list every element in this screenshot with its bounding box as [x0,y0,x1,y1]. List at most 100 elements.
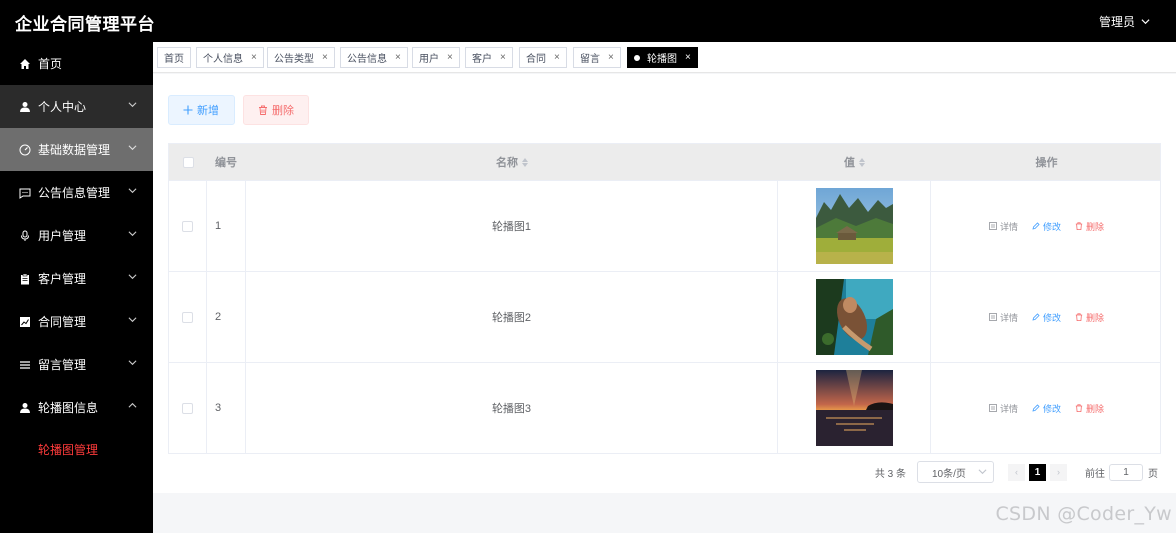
sidebar-item-label: 留言管理 [38,358,87,372]
chevron-down-icon [978,469,987,475]
goto-page-input[interactable] [1109,463,1143,481]
close-icon[interactable]: × [447,52,453,63]
detail-button[interactable]: 详情 [989,311,1018,324]
gauge-icon [18,143,32,157]
sidebar-item-label: 用户管理 [38,229,87,243]
trash-icon [1075,222,1083,230]
edit-icon [1032,404,1040,412]
page-unit-label: 页 [1148,468,1158,480]
document-icon [989,313,997,321]
row-name: 轮播图1 [246,181,778,271]
tab-messages[interactable]: 留言 × [573,47,621,68]
prev-page-button[interactable]: ‹ [1008,463,1025,481]
row-select-cell [169,272,207,362]
user-menu[interactable]: 管理员 [1099,13,1150,30]
sidebar-item-carousel[interactable]: 轮播图信息 [0,386,153,429]
close-icon[interactable]: × [322,52,328,63]
delete-button[interactable]: 删除 [243,95,309,125]
sidebar-item-customers[interactable]: 客户管理 [0,257,153,300]
tab-users[interactable]: 用户 × [412,47,460,68]
sidebar-item-users[interactable]: 用户管理 [0,214,153,257]
goto-label: 前往 [1085,468,1105,480]
edit-icon [1032,222,1040,230]
header-name-label: 名称 [496,157,518,169]
trash-icon [1075,404,1083,412]
sidebar-item-personal-center[interactable]: 个人中心 [0,85,153,128]
chevron-up-icon [128,402,137,408]
tab-label: 个人信息 [203,54,243,65]
close-icon[interactable]: × [554,52,560,63]
page-size-value: 10条/页 [932,468,966,480]
tab-customers[interactable]: 客户 × [465,47,513,68]
page-number-current[interactable]: 1 [1029,463,1046,481]
chevron-down-icon [128,360,137,366]
tab-contracts[interactable]: 合同 × [519,47,567,68]
row-select-cell [169,181,207,271]
header-actions: 操作 [1035,157,1058,169]
sidebar-item-contracts[interactable]: 合同管理 [0,300,153,343]
close-icon[interactable]: × [608,52,614,63]
sidebar: 首页 个人中心 基础数据管理 公告信息管理 用户管理 客户管理 合同管理 留言管… [0,42,153,533]
document-icon [989,404,997,412]
add-button[interactable]: 新增 [168,95,235,125]
next-page-button[interactable]: › [1050,463,1067,481]
close-icon[interactable]: × [251,52,257,63]
chevron-down-icon [128,231,137,237]
close-icon[interactable]: × [685,52,691,63]
edit-button[interactable]: 修改 [1032,402,1061,415]
add-button-label: 新增 [197,105,219,117]
page-size-select[interactable]: 10条/页 [917,461,994,483]
remove-button[interactable]: 删除 [1075,402,1104,415]
edit-button[interactable]: 修改 [1032,311,1061,324]
edit-icon [1032,313,1040,321]
tab-notice-info[interactable]: 公告信息 × [340,47,408,68]
carousel-table: 编号 名称 值 操作 1 轮播图1 详情 修改 删除 2 轮播图2 详情 修改 … [168,143,1161,454]
header-name[interactable]: 名称 [246,144,778,180]
sidebar-item-messages[interactable]: 留言管理 [0,343,153,386]
tab-carousel[interactable]: 轮播图 × [627,47,698,68]
close-icon[interactable]: × [395,52,401,63]
select-all-checkbox[interactable] [182,156,194,168]
row-image-cell [778,181,931,271]
carousel-image-landscape[interactable] [815,188,893,264]
table-row: 3 轮播图3 详情 修改 删除 [169,362,1160,453]
edit-button[interactable]: 修改 [1032,220,1061,233]
chevron-down-icon [128,102,137,108]
row-name: 轮播图2 [246,272,778,362]
row-checkbox[interactable] [182,311,193,323]
chevron-down-icon [128,145,137,151]
remove-button[interactable]: 删除 [1075,220,1104,233]
detail-button[interactable]: 详情 [989,220,1018,233]
carousel-image-underwater[interactable] [815,279,893,355]
row-checkbox[interactable] [182,220,193,232]
table-row: 2 轮播图2 详情 修改 删除 [169,271,1160,362]
total-count: 共 3 条 [874,468,906,480]
row-checkbox[interactable] [182,402,193,414]
remove-label: 删除 [1086,403,1105,414]
chevron-down-icon [128,317,137,323]
sidebar-item-notice[interactable]: 公告信息管理 [0,171,153,214]
main-content: 新增 删除 编号 名称 值 操作 1 轮播图1 详情 修改 删除 2 轮播图2 … [153,74,1176,493]
sort-icon[interactable] [859,157,865,167]
microphone-icon [18,229,32,243]
sidebar-item-basic-data[interactable]: 基础数据管理 [0,128,153,171]
remove-button[interactable]: 删除 [1075,311,1104,324]
tab-notice-type[interactable]: 公告类型 × [267,47,335,68]
sort-icon[interactable] [522,157,528,167]
tab-home[interactable]: 首页 [157,47,191,68]
chevron-down-icon [1141,19,1150,25]
sidebar-item-home[interactable]: 首页 [0,42,153,85]
sidebar-subitem-carousel-manage[interactable]: 轮播图管理 [0,429,153,469]
close-icon[interactable]: × [500,52,506,63]
row-id: 3 [207,363,246,453]
header-value[interactable]: 值 [778,144,931,180]
sidebar-item-label: 轮播图信息 [38,401,99,415]
trash-icon [1075,313,1083,321]
detail-button[interactable]: 详情 [989,402,1018,415]
plus-icon [183,105,193,115]
carousel-image-sunset[interactable] [815,370,893,446]
tab-personal-info[interactable]: 个人信息 × [196,47,264,68]
tab-label: 合同 [526,54,546,65]
remove-label: 删除 [1086,312,1105,323]
top-bar: 企业合同管理平台 管理员 [0,0,1176,42]
